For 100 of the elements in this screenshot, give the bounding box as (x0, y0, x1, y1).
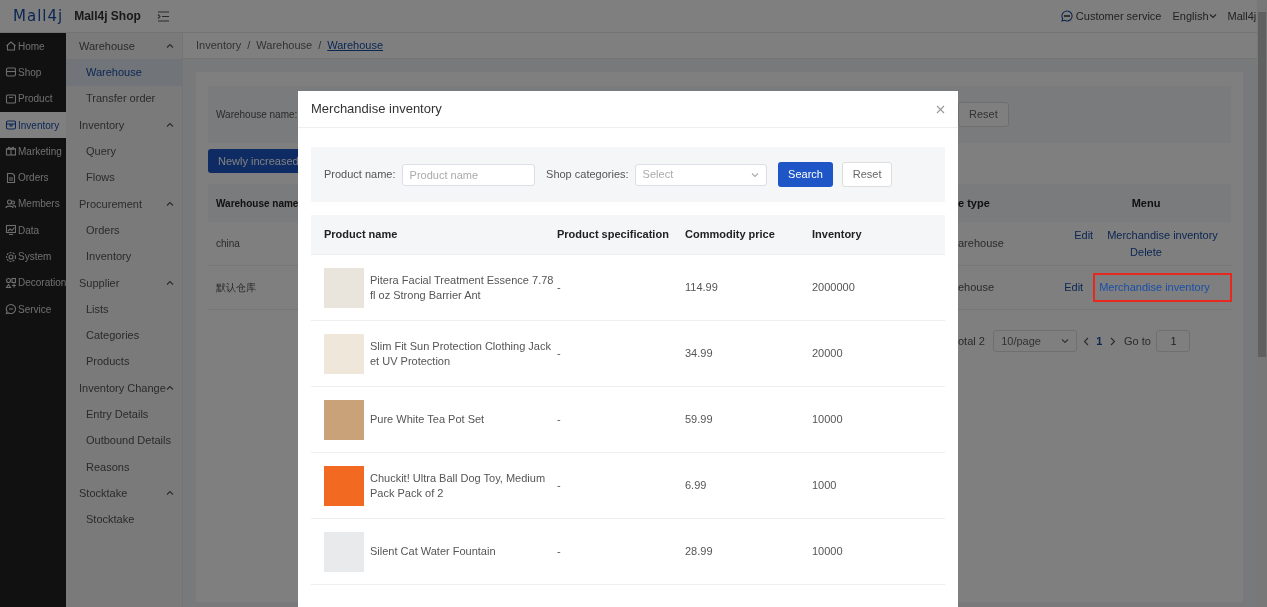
chart-board-icon (5, 224, 16, 237)
menu-group[interactable]: Supplier (66, 269, 182, 296)
action-link[interactable]: Merchandise inventory (1105, 227, 1220, 244)
action-link[interactable]: Edit (1072, 227, 1096, 244)
action-link[interactable]: Merchandise inventory (1095, 275, 1230, 300)
gift-icon (5, 145, 16, 158)
submenu-item[interactable]: Entry Details (66, 401, 182, 428)
chevron-up-icon (166, 43, 174, 50)
submenu-item[interactable]: Transfer order (66, 85, 182, 112)
sidebar-item[interactable]: Orders (0, 164, 66, 191)
user-name[interactable]: Mall4j (1227, 7, 1257, 25)
submenu-item[interactable]: Inventory (66, 243, 182, 270)
house-icon (5, 40, 16, 53)
submenu-item[interactable]: Warehouse (66, 59, 182, 86)
product-name: Chuckit! Ultra Ball Dog Toy, Medium Pack Pack of 2 (370, 471, 547, 500)
page-size-select[interactable]: 10/page (993, 330, 1078, 352)
shop-name: Mall4j Shop (74, 8, 141, 25)
photo-placeholder (324, 333, 364, 374)
breadcrumb-separator: / (247, 38, 251, 54)
search-button[interactable]: Search (778, 162, 833, 187)
logo: Mall4j (13, 5, 64, 27)
table-cell: 20000 (812, 347, 843, 360)
submenu-item[interactable]: Categories (66, 322, 182, 349)
sidebar-item[interactable]: Decoration (0, 269, 66, 296)
menu-group[interactable]: Procurement (66, 190, 182, 218)
caret-icon (1208, 13, 1217, 19)
sidebar-item[interactable]: Shop (0, 59, 66, 86)
submenu-item[interactable]: Flows (66, 164, 182, 191)
chevron-up-icon (166, 490, 174, 497)
menu-icon[interactable] (157, 10, 171, 22)
menu-group[interactable]: Warehouse (66, 33, 182, 60)
submenu-item[interactable]: Reasons (66, 453, 182, 481)
table-cell: - (557, 281, 561, 294)
page-number[interactable]: 1 (1094, 332, 1105, 350)
sidebar-item[interactable]: Service (0, 295, 66, 323)
reset-button[interactable]: Reset (841, 162, 893, 187)
chevron-up-icon (166, 122, 174, 129)
category-select[interactable]: Select (634, 163, 767, 186)
table-cell: 2000000 (812, 281, 855, 294)
photo-placeholder (324, 465, 364, 506)
sidebar-item[interactable]: Product (0, 85, 66, 112)
chat-bubble-icon (1061, 10, 1074, 22)
sidebar-item[interactable]: Marketing (0, 138, 66, 165)
document-icon (5, 171, 16, 184)
table-cell: 114.99 (685, 281, 718, 294)
table-cell: china (216, 238, 240, 249)
total-count: otal 2 (958, 333, 985, 349)
table-cell: - (557, 479, 561, 492)
column-header: Warehouse name (216, 197, 299, 209)
action-link[interactable]: Delete (1128, 243, 1164, 260)
store-icon (5, 66, 16, 79)
submenu-item[interactable]: Outbound Details (66, 427, 182, 454)
table-cell: 28.99 (685, 545, 713, 558)
photo-placeholder (324, 399, 364, 440)
action-link[interactable]: Edit (1062, 275, 1086, 300)
page-number-field[interactable]: 1 (1156, 330, 1191, 352)
submenu-item[interactable]: Query (66, 138, 182, 165)
column-header: e type (958, 196, 990, 209)
table-cell: 10000 (812, 413, 843, 426)
breadcrumb-link[interactable]: Warehouse (327, 37, 384, 54)
submenu-item[interactable]: Orders (66, 217, 182, 244)
table-cell: 34.99 (685, 347, 713, 360)
product-name: Slim Fit Sun Protection Clothing Jacket UV Protection (370, 339, 552, 368)
table-cell: 6.99 (685, 479, 707, 492)
caret-icon (1061, 338, 1070, 344)
breadcrumb-separator: / (318, 38, 322, 54)
submenu-item[interactable]: Stocktake (66, 506, 182, 533)
caret-icon (750, 171, 759, 178)
menu-group[interactable]: Stocktake (66, 480, 182, 507)
chevron-up-icon (166, 385, 174, 391)
goto-label: Go to (1124, 334, 1151, 347)
menu-group[interactable]: Inventory (66, 111, 182, 139)
sidebar-item[interactable]: Data (0, 217, 66, 244)
product-name-field[interactable]: Product name (401, 163, 535, 186)
table-cell: 1000 (812, 479, 837, 492)
scrollbar-thumb[interactable] (1258, 12, 1266, 357)
next-page-icon[interactable] (1109, 336, 1116, 346)
dialog-title: Merchandise inventory (311, 100, 442, 119)
table-cell: - (557, 347, 561, 360)
field-label: Shop categories: (546, 167, 629, 183)
breadcrumb-link[interactable]: Inventory (196, 37, 242, 54)
submenu-item[interactable]: Products (66, 348, 182, 375)
photo-placeholder (324, 267, 364, 308)
sidebar-item[interactable]: Inventory (0, 111, 66, 139)
sidebar-item[interactable]: Members (0, 190, 66, 218)
column-header: Product name (324, 228, 398, 241)
chevron-up-icon (166, 200, 174, 207)
table-cell: - (557, 413, 561, 426)
language-dropdown[interactable]: English (1172, 7, 1217, 25)
previous-page-icon[interactable] (1082, 336, 1089, 346)
submenu-item[interactable]: Lists (66, 295, 182, 323)
sidebar-item[interactable]: System (0, 243, 66, 270)
sidebar-item[interactable]: Home (0, 33, 66, 60)
reset-button[interactable]: Reset (958, 102, 1009, 127)
breadcrumb-link[interactable]: Warehouse (256, 37, 313, 54)
customer-service-link[interactable]: Customer service (1061, 7, 1162, 25)
column-header: Product specification (557, 228, 669, 241)
menu-group[interactable]: Inventory Change (66, 374, 182, 402)
table-cell: 默认仓库 (216, 282, 256, 293)
close-icon[interactable] (936, 104, 945, 114)
